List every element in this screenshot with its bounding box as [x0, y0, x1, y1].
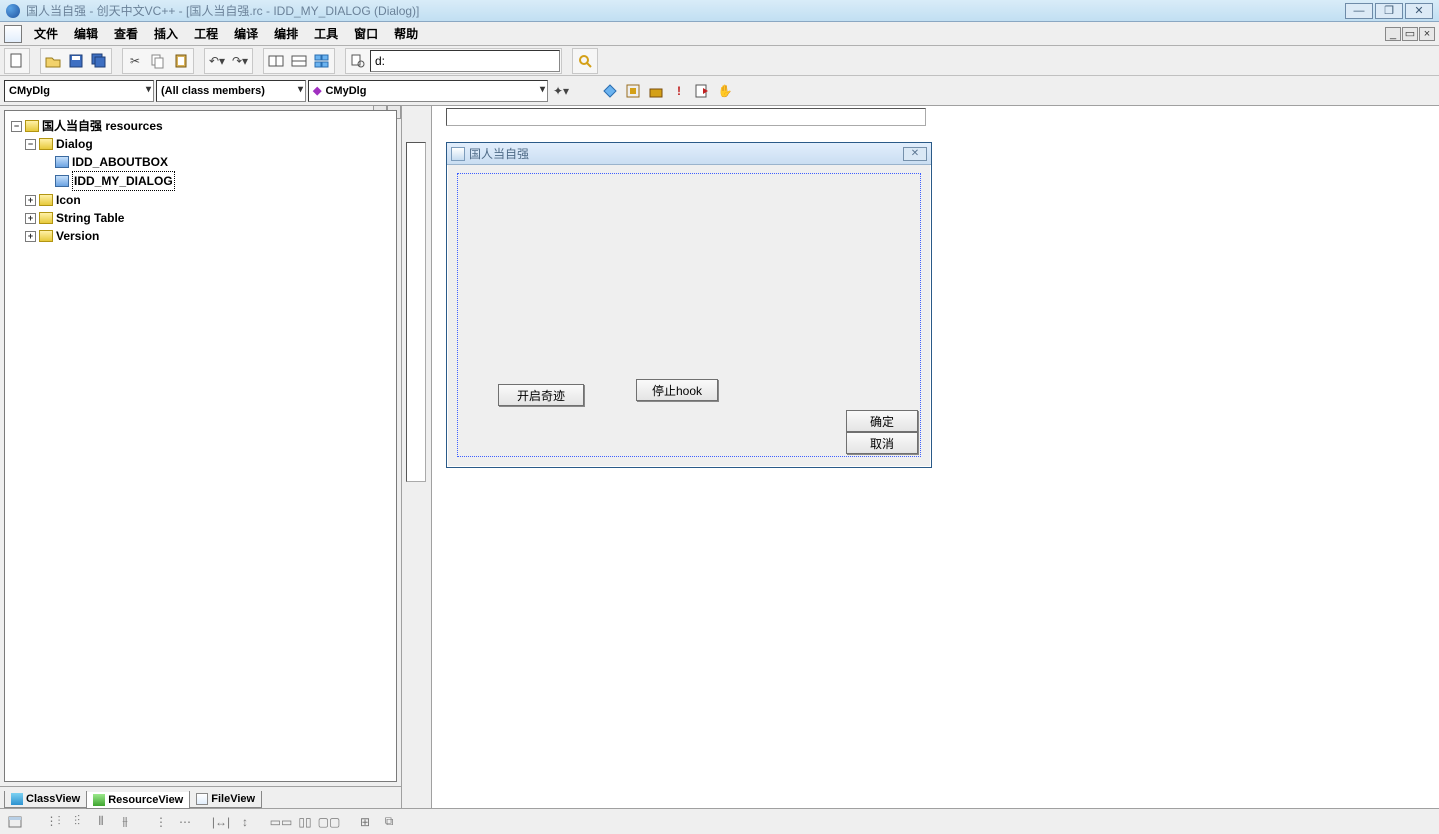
- main-area: ▾ × −国人当自强 resources −Dialog IDD_ABOUTBO…: [0, 106, 1439, 808]
- find-combo[interactable]: [370, 50, 560, 72]
- test-dialog-icon[interactable]: [4, 811, 26, 833]
- stop-build-icon[interactable]: !: [668, 80, 690, 102]
- filter-combo[interactable]: (All class members): [156, 80, 306, 102]
- tree-string-folder[interactable]: String Table: [56, 209, 124, 227]
- space-down-icon[interactable]: ↕: [234, 811, 256, 833]
- toggle-grid-icon[interactable]: ⊞: [354, 811, 376, 833]
- save-all-icon[interactable]: [88, 50, 110, 72]
- tab-fileview[interactable]: FileView: [189, 791, 262, 808]
- compile-icon[interactable]: [622, 80, 644, 102]
- menu-file[interactable]: 文件: [26, 22, 66, 45]
- tree-idd-aboutbox[interactable]: IDD_ABOUTBOX: [72, 153, 168, 171]
- new-file-icon[interactable]: [6, 50, 28, 72]
- workspace-icon[interactable]: [265, 50, 287, 72]
- align-right-icon[interactable]: ⫶⋮: [66, 811, 88, 833]
- dialog-titlebar: 国人当自强 ✕: [447, 143, 931, 165]
- dialog-preview[interactable]: 国人当自强 ✕ 开启奇迹 停止hook 确定 取消: [446, 142, 932, 468]
- redo-icon[interactable]: ↷▾: [229, 50, 251, 72]
- mdi-close-button[interactable]: ×: [1419, 27, 1435, 41]
- undo-icon[interactable]: ↶▾: [206, 50, 228, 72]
- tab-classview[interactable]: ClassView: [4, 791, 87, 808]
- tree-idd-my-dialog[interactable]: IDD_MY_DIALOG: [72, 171, 175, 191]
- copy-icon[interactable]: [147, 50, 169, 72]
- window-list-icon[interactable]: [311, 50, 333, 72]
- member-combo[interactable]: ◆CMyDlg: [308, 80, 548, 102]
- start-button[interactable]: 开启奇迹: [498, 384, 584, 406]
- stop-hook-button[interactable]: 停止hook: [636, 379, 718, 401]
- tile-icon[interactable]: [599, 80, 621, 102]
- dialog-title-text: 国人当自强: [469, 145, 899, 162]
- dialog-client-area[interactable]: 开启奇迹 停止hook 确定 取消: [457, 173, 921, 457]
- wizard-toolbar: CMyDlg (All class members) ◆CMyDlg ✦▾ ! …: [0, 76, 1439, 106]
- cancel-button[interactable]: 取消: [846, 432, 918, 454]
- menu-window[interactable]: 窗口: [346, 22, 386, 45]
- dialog-app-icon: [451, 147, 465, 161]
- menu-help[interactable]: 帮助: [386, 22, 426, 45]
- resource-tree[interactable]: −国人当自强 resources −Dialog IDD_ABOUTBOX ID…: [4, 110, 397, 782]
- same-size-icon[interactable]: ▢▢: [318, 811, 340, 833]
- align-bottom-icon[interactable]: ⫵: [114, 811, 136, 833]
- same-width-icon[interactable]: ▭▭: [270, 811, 292, 833]
- minimize-button[interactable]: —: [1345, 3, 1373, 19]
- dialog-close-icon[interactable]: ✕: [903, 147, 927, 161]
- cut-icon[interactable]: ✂: [124, 50, 146, 72]
- goto-icon[interactable]: ✦▾: [550, 80, 572, 102]
- same-height-icon[interactable]: ▯▯: [294, 811, 316, 833]
- class-combo[interactable]: CMyDlg: [4, 80, 154, 102]
- app-icon: [6, 4, 20, 18]
- build-icon[interactable]: [645, 80, 667, 102]
- dialog-toolbar: ⋮⫶ ⫶⋮ ⫴ ⫵ ⋮ ⋯ |↔| ↕ ▭▭ ▯▯ ▢▢ ⊞ ⧉: [0, 808, 1439, 834]
- maximize-button[interactable]: ❐: [1375, 3, 1403, 19]
- tree-version-folder[interactable]: Version: [56, 227, 99, 245]
- menu-tools[interactable]: 工具: [306, 22, 346, 45]
- align-top-icon[interactable]: ⫴: [90, 811, 112, 833]
- ok-button[interactable]: 确定: [846, 410, 918, 432]
- paste-icon[interactable]: [170, 50, 192, 72]
- find-in-files-icon[interactable]: [347, 50, 369, 72]
- horizontal-ruler: [446, 108, 926, 126]
- document-icon: [4, 25, 22, 43]
- workspace-tabs: ClassView ResourceView FileView: [0, 786, 401, 808]
- open-icon[interactable]: [42, 50, 64, 72]
- standard-toolbar: ✂ ↶▾ ↷▾: [0, 46, 1439, 76]
- tab-resourceview[interactable]: ResourceView: [86, 792, 190, 809]
- window-controls: — ❐ ✕: [1345, 3, 1433, 19]
- menu-edit[interactable]: 编辑: [66, 22, 106, 45]
- center-vertical-icon[interactable]: ⋮: [150, 811, 172, 833]
- tree-root[interactable]: 国人当自强 resources: [42, 117, 163, 135]
- title-bar: 国人当自强 - 创天中文VC++ - [国人当自强.rc - IDD_MY_DI…: [0, 0, 1439, 22]
- close-button[interactable]: ✕: [1405, 3, 1433, 19]
- menu-project[interactable]: 工程: [186, 22, 226, 45]
- center-horizontal-icon[interactable]: ⋯: [174, 811, 196, 833]
- menu-view[interactable]: 查看: [106, 22, 146, 45]
- space-across-icon[interactable]: |↔|: [210, 811, 232, 833]
- workspace-panel: ▾ × −国人当自强 resources −Dialog IDD_ABOUTBO…: [0, 106, 402, 808]
- dialog-editor: 国人当自强 ✕ 开启奇迹 停止hook 确定 取消: [432, 106, 1439, 808]
- search-icon[interactable]: [574, 50, 596, 72]
- save-icon[interactable]: [65, 50, 87, 72]
- mdi-restore-button[interactable]: ▭: [1402, 27, 1418, 41]
- go-icon[interactable]: ✋: [714, 80, 736, 102]
- mdi-controls: _ ▭ ×: [1384, 27, 1437, 41]
- tree-dialog-folder[interactable]: Dialog: [56, 135, 93, 153]
- mdi-minimize-button[interactable]: _: [1385, 27, 1401, 41]
- splitter[interactable]: [402, 106, 432, 808]
- menu-bar: 文件 编辑 查看 插入 工程 编译 编排 工具 窗口 帮助 _ ▭ ×: [0, 22, 1439, 46]
- toggle-guides-icon[interactable]: ⧉: [378, 811, 400, 833]
- vertical-ruler: [406, 142, 426, 482]
- menu-insert[interactable]: 插入: [146, 22, 186, 45]
- tree-icon-folder[interactable]: Icon: [56, 191, 81, 209]
- window-title: 国人当自强 - 创天中文VC++ - [国人当自强.rc - IDD_MY_DI…: [26, 2, 1339, 19]
- output-icon[interactable]: [288, 50, 310, 72]
- execute-icon[interactable]: [691, 80, 713, 102]
- menu-build[interactable]: 编译: [226, 22, 266, 45]
- menu-layout[interactable]: 编排: [266, 22, 306, 45]
- align-left-icon[interactable]: ⋮⫶: [42, 811, 64, 833]
